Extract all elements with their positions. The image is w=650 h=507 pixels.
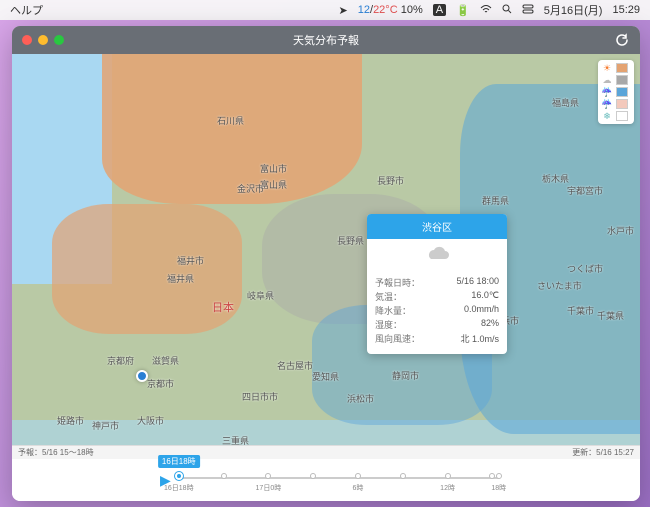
city-label: 神戸市 xyxy=(92,419,119,432)
timeline-label: 18時 xyxy=(491,483,506,493)
reload-button[interactable] xyxy=(614,32,630,48)
map-legend: ☀ ☁ ☔ ☔ ❄ xyxy=(598,60,634,124)
menubar-date[interactable]: 5月16日(月) xyxy=(544,2,603,18)
city-label: 長野市 xyxy=(377,174,404,187)
city-label: 京都府 xyxy=(107,354,134,367)
city-label: 水戸市 xyxy=(607,224,634,237)
status-forecast-range: 予報：5/16 15～18時 xyxy=(18,447,94,458)
timeline-track[interactable]: 16日18時16日18時17日0時6時12時18時 xyxy=(179,465,499,495)
legend-weather-icon: ☔ xyxy=(601,87,613,97)
city-label: 福島県 xyxy=(552,96,579,109)
forecast-map[interactable]: 日本 石川県富山市富山県金沢市長野市福島県栃木県宇都宮市群馬県前橋市水戸市長野県… xyxy=(12,54,640,445)
timeline-tick[interactable] xyxy=(445,473,451,479)
timeline-tick[interactable] xyxy=(355,473,361,479)
popup-row: 湿度：82% xyxy=(375,318,499,331)
city-label: 岐阜県 xyxy=(247,289,274,302)
city-label: 宇都宮市 xyxy=(567,184,603,197)
legend-row: ☀ xyxy=(601,63,631,73)
city-label: 栃木県 xyxy=(542,172,569,185)
timeline-tick[interactable] xyxy=(221,473,227,479)
wifi-icon xyxy=(480,4,492,17)
city-label: 京都市 xyxy=(147,377,174,390)
timeline-tick[interactable] xyxy=(174,471,184,481)
titlebar[interactable]: 天気分布予報 xyxy=(12,26,640,54)
city-label: 千葉市 xyxy=(567,304,594,317)
popup-location: 渋谷区 xyxy=(367,214,507,239)
city-label: 三重県 xyxy=(222,434,249,445)
app-window: 天気分布予報 日本 石川県富山市富山県金沢市長野市福島県栃木県宇都宮市群馬県前橋… xyxy=(12,26,640,501)
city-label: 金沢市 xyxy=(237,182,264,195)
city-label: 長野県 xyxy=(337,234,364,247)
country-label: 日本 xyxy=(212,299,234,315)
menu-help[interactable]: ヘルプ xyxy=(10,2,43,18)
city-label: つくば市 xyxy=(567,262,603,275)
city-label: 福井市 xyxy=(177,254,204,267)
menubar-time[interactable]: 15:29 xyxy=(612,4,640,16)
selected-location-dot[interactable] xyxy=(136,370,148,382)
battery-icon: 🔋 xyxy=(456,4,470,17)
timeline: ▶ 16日18時16日18時17日0時6時12時18時 xyxy=(12,459,640,501)
city-label: 群馬県 xyxy=(482,194,509,207)
city-label: 富山市 xyxy=(260,162,287,175)
city-label: 千葉県 xyxy=(597,309,624,322)
legend-row: ❄ xyxy=(601,111,631,121)
status-bar: 予報：5/16 15～18時 更新：5/16 15:27 xyxy=(12,445,640,459)
legend-swatch xyxy=(616,111,628,121)
city-label: 滋賀県 xyxy=(152,354,179,367)
forecast-popup: 渋谷区 予報日時：5/16 18:00気温：16.0℃降水量：0.0mm/h湿度… xyxy=(367,214,507,354)
legend-row: ☔ xyxy=(601,99,631,109)
popup-row: 予報日時：5/16 18:00 xyxy=(375,276,499,289)
legend-row: ☁ xyxy=(601,75,631,85)
search-icon[interactable] xyxy=(502,4,512,17)
city-label: 静岡市 xyxy=(392,369,419,382)
timeline-label: 12時 xyxy=(440,483,455,493)
legend-weather-icon: ☁ xyxy=(601,75,613,85)
city-label: 福井県 xyxy=(167,272,194,285)
legend-weather-icon: ☀ xyxy=(601,63,613,73)
city-label: 富山県 xyxy=(260,178,287,191)
popup-row: 降水量：0.0mm/h xyxy=(375,304,499,317)
legend-swatch xyxy=(616,63,628,73)
window-title: 天気分布予報 xyxy=(12,32,640,48)
legend-weather-icon: ❄ xyxy=(601,111,613,121)
timeline-tick[interactable] xyxy=(496,473,502,479)
ime-indicator[interactable]: A xyxy=(433,4,446,16)
legend-row: ☔ xyxy=(601,87,631,97)
city-label: 石川県 xyxy=(217,114,244,127)
city-label: 四日市市 xyxy=(242,390,278,403)
timeline-tick[interactable] xyxy=(400,473,406,479)
legend-swatch xyxy=(616,87,628,97)
timeline-label: 17日0時 xyxy=(256,483,282,493)
city-label: さいたま市 xyxy=(537,279,582,292)
timeline-label: 16日18時 xyxy=(164,483,194,493)
status-updated: 更新：5/16 15:27 xyxy=(572,447,634,458)
control-center-icon[interactable] xyxy=(522,4,534,17)
timeline-label: 6時 xyxy=(353,483,364,493)
legend-swatch xyxy=(616,75,628,85)
timeline-bubble: 16日18時 xyxy=(158,455,200,468)
city-label: 浜松市 xyxy=(347,392,374,405)
legend-weather-icon: ☔ xyxy=(601,99,613,109)
city-label: 名古屋市 xyxy=(277,359,313,372)
timeline-tick[interactable] xyxy=(265,473,271,479)
location-icon: ➤ xyxy=(339,4,348,17)
popup-row: 気温：16.0℃ xyxy=(375,290,499,303)
city-label: 姫路市 xyxy=(57,414,84,427)
legend-swatch xyxy=(616,99,628,109)
cloud-icon xyxy=(367,239,507,271)
city-label: 愛知県 xyxy=(312,370,339,383)
macos-menubar: ヘルプ ➤ 12/22°C 10% A 🔋 5月16日(月) 15:29 xyxy=(0,0,650,20)
city-label: 大阪市 xyxy=(137,414,164,427)
popup-row: 風向風速：北 1.0m/s xyxy=(375,332,499,345)
timeline-tick[interactable] xyxy=(489,473,495,479)
timeline-tick[interactable] xyxy=(310,473,316,479)
weather-widget[interactable]: 12/22°C 10% xyxy=(358,4,423,16)
